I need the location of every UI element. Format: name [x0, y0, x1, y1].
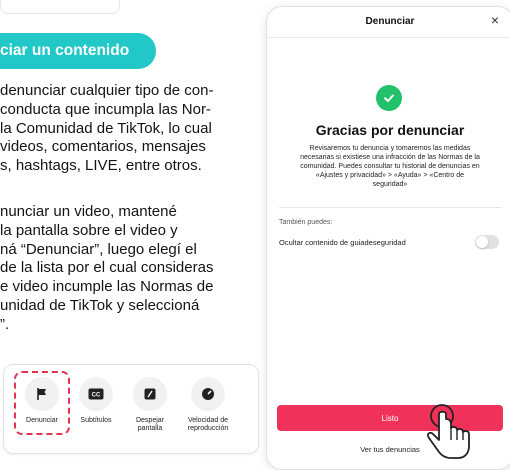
clear-screen-option-label: Despejar pantalla — [135, 417, 164, 432]
hand-cursor-icon — [427, 404, 470, 459]
body-paragraph-1: denunciar cualquier tipo de con- conduct… — [0, 82, 214, 175]
share-options-panel: Denunciar CC Subtítulos Despejar pantall… — [3, 364, 259, 454]
subtitles-option-label: Subtítulos — [80, 417, 112, 424]
confirmation-description: Revisaremos tu denuncia y tomaremos las … — [300, 145, 480, 188]
speed-option-label: Velocidad de reproducción — [187, 417, 229, 432]
flag-icon — [25, 377, 59, 411]
check-icon — [376, 85, 402, 111]
toggle-knob — [476, 236, 488, 248]
cc-icon: CC — [79, 377, 113, 411]
body-paragraph-2: nunciar un video, mantené la pantalla so… — [0, 203, 214, 333]
close-icon[interactable]: × — [491, 13, 499, 27]
speed-icon — [191, 377, 225, 411]
top-tab — [0, 0, 120, 14]
clear-screen-icon — [133, 377, 167, 411]
svg-text:CC: CC — [92, 393, 101, 399]
divider — [279, 207, 501, 208]
confirmation-title: Gracias por denunciar — [315, 122, 465, 138]
hide-content-label: Ocultar contenido de guiadeseguridad — [279, 238, 406, 247]
section-heading-text: ciar un contenido — [0, 42, 130, 59]
modal-title: Denunciar — [365, 16, 415, 27]
clear-screen-option[interactable]: Despejar pantalla — [124, 377, 176, 433]
also-label: También puedes: — [279, 219, 333, 226]
speed-option[interactable]: Velocidad de reproducción — [178, 377, 238, 433]
modal-header: Denunciar × — [267, 7, 510, 38]
report-option-label: Denunciar — [26, 417, 58, 424]
report-option[interactable]: Denunciar — [16, 377, 68, 425]
section-heading-pill: ciar un contenido — [0, 33, 156, 69]
subtitles-option[interactable]: CC Subtítulos — [70, 377, 122, 425]
hide-content-toggle[interactable] — [475, 235, 499, 249]
done-button-label: Listo — [381, 413, 399, 423]
